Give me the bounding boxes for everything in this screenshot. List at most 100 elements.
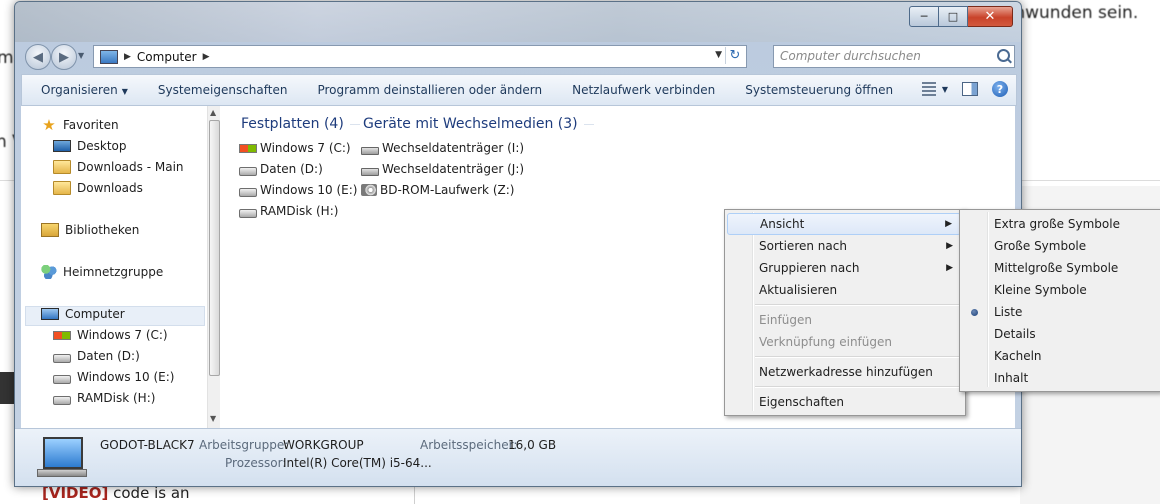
view-extra-large-icons[interactable]: Extra große Symbole xyxy=(962,213,1156,235)
menu-item-view[interactable]: Ansicht ▶ xyxy=(727,213,961,235)
map-network-drive-button[interactable]: Netzlaufwerk verbinden xyxy=(557,83,730,97)
group-header-hard-drives-label: Festplatten (4) xyxy=(241,116,344,132)
submenu-arrow-icon: ▶ xyxy=(946,241,953,251)
arrow-left-icon: ◀ xyxy=(33,49,43,65)
view-medium-icons-label: Mittelgroße Symbole xyxy=(994,261,1119,275)
open-control-panel-button[interactable]: Systemsteuerung öffnen xyxy=(730,83,908,97)
nav-downloads[interactable]: Downloads xyxy=(53,181,143,195)
menu-item-add-network-location-label: Netzwerkadresse hinzufügen xyxy=(759,365,933,379)
help-icon[interactable]: ? xyxy=(992,81,1008,97)
breadcrumb-separator-end[interactable]: ▶ xyxy=(203,52,210,62)
view-small-icons[interactable]: Kleine Symbole xyxy=(962,279,1156,301)
background-text-top-right: chwunden sein. xyxy=(1005,3,1139,23)
menu-item-paste-shortcut[interactable]: Verknüpfung einfügen xyxy=(727,331,961,353)
view-tiles[interactable]: Kacheln xyxy=(962,345,1156,367)
menu-item-refresh[interactable]: Aktualisieren xyxy=(727,279,961,301)
view-details-label: Details xyxy=(994,327,1036,341)
menu-item-properties[interactable]: Eigenschaften xyxy=(727,391,961,413)
computer-name: GODOT-BLACK7 xyxy=(100,438,195,452)
back-button[interactable]: ◀ xyxy=(25,44,51,70)
nav-homegroup[interactable]: Heimnetzgruppe xyxy=(41,265,163,279)
removable-item-j[interactable]: Wechseldatenträger (J:) xyxy=(361,162,524,176)
removable-item-i[interactable]: Wechseldatenträger (I:) xyxy=(361,141,524,155)
recent-pages-dropdown[interactable]: ▼ xyxy=(78,51,84,60)
chevron-down-icon[interactable]: ▼ xyxy=(715,50,722,60)
nav-favorites[interactable]: ★ Favoriten xyxy=(41,118,118,133)
nav-desktop[interactable]: Desktop xyxy=(53,139,127,153)
drive-item-d-label: Daten (D:) xyxy=(260,162,323,176)
close-button[interactable]: ✕ xyxy=(968,6,1013,27)
address-bar[interactable]: ▶ Computer ▶ ▼ ↻ xyxy=(93,45,747,68)
organize-button[interactable]: Organisieren ▼ xyxy=(22,83,143,97)
minimize-button[interactable]: ─ xyxy=(909,6,939,27)
menu-item-add-network-location[interactable]: Netzwerkadresse hinzufügen xyxy=(727,361,961,383)
nav-homegroup-label: Heimnetzgruppe xyxy=(63,265,164,279)
drive-item-c[interactable]: Windows 7 (C:) xyxy=(239,141,351,155)
nav-libraries-label: Bibliotheken xyxy=(65,223,140,237)
removable-item-z[interactable]: BD-ROM-Laufwerk (Z:) xyxy=(361,183,514,197)
drive-item-e[interactable]: Windows 10 (E:) xyxy=(239,183,357,197)
uninstall-program-button[interactable]: Programm deinstallieren oder ändern xyxy=(302,83,557,97)
nav-computer[interactable]: Computer xyxy=(41,307,125,321)
hard-drive-icon xyxy=(239,208,257,218)
context-menu: Ansicht ▶ Sortieren nach ▶ Gruppieren na… xyxy=(724,209,966,416)
view-large-icons[interactable]: Große Symbole xyxy=(962,235,1156,257)
group-header-hard-drives[interactable]: Festplatten (4) xyxy=(241,116,360,132)
view-small-icons-label: Kleine Symbole xyxy=(994,283,1087,297)
drive-item-d[interactable]: Daten (D:) xyxy=(239,162,323,176)
preview-pane-icon[interactable] xyxy=(962,82,978,96)
system-properties-button[interactable]: Systemeigenschaften xyxy=(143,83,303,97)
removable-item-j-label: Wechseldatenträger (J:) xyxy=(382,162,525,176)
menu-item-group-by[interactable]: Gruppieren nach ▶ xyxy=(727,257,961,279)
view-extra-large-icons-label: Extra große Symbole xyxy=(994,217,1120,231)
nav-drive-d[interactable]: Daten (D:) xyxy=(53,349,140,363)
view-list[interactable]: Liste xyxy=(962,301,1156,323)
nav-drive-h[interactable]: RAMDisk (H:) xyxy=(53,391,155,405)
nav-downloads-main[interactable]: Downloads - Main xyxy=(53,160,184,174)
view-medium-icons[interactable]: Mittelgroße Symbole xyxy=(962,257,1156,279)
memory-label: Arbeitsspeicher: xyxy=(420,438,518,452)
change-view-icon[interactable] xyxy=(921,82,936,96)
forward-button[interactable]: ▶ xyxy=(51,44,77,70)
arrow-right-icon: ▶ xyxy=(59,49,69,65)
scroll-up-icon[interactable]: ▲ xyxy=(210,108,216,117)
workgroup-label: Arbeitsgruppe: xyxy=(199,438,289,452)
refresh-icon[interactable]: ↻ xyxy=(725,47,744,64)
view-content[interactable]: Inhalt xyxy=(962,367,1156,389)
hard-drive-icon xyxy=(53,353,71,363)
memory-value: 16,0 GB xyxy=(508,438,557,452)
menu-item-sort-by[interactable]: Sortieren nach ▶ xyxy=(727,235,961,257)
computer-icon xyxy=(100,49,118,64)
submenu-arrow-icon: ▶ xyxy=(946,263,953,273)
maximize-button[interactable]: □ xyxy=(939,6,968,27)
view-details[interactable]: Details xyxy=(962,323,1156,345)
nav-drive-h-label: RAMDisk (H:) xyxy=(77,391,156,405)
bd-rom-icon xyxy=(361,184,377,196)
group-header-removable[interactable]: Geräte mit Wechselmedien (3) xyxy=(363,116,594,132)
breadcrumb-separator[interactable]: ▶ xyxy=(124,52,131,62)
menu-item-view-label: Ansicht xyxy=(760,217,805,231)
scrollbar-thumb[interactable] xyxy=(209,120,220,376)
search-icon[interactable] xyxy=(997,49,1010,62)
hard-drive-icon xyxy=(53,374,71,384)
view-options-caret-icon[interactable]: ▼ xyxy=(942,85,948,94)
windows-drive-icon xyxy=(239,143,257,153)
processor-label: Prozessor: xyxy=(225,456,287,470)
drive-item-h[interactable]: RAMDisk (H:) xyxy=(239,204,338,218)
breadcrumb-computer[interactable]: Computer xyxy=(137,50,197,64)
search-placeholder: Computer durchsuchen xyxy=(780,49,921,63)
nav-drive-e[interactable]: Windows 10 (E:) xyxy=(53,370,174,384)
folder-icon xyxy=(53,181,71,195)
menu-item-paste[interactable]: Einfügen xyxy=(727,309,961,331)
hard-drive-icon xyxy=(239,166,257,176)
menu-separator xyxy=(755,386,961,388)
nav-drive-c[interactable]: Windows 7 (C:) xyxy=(53,328,168,342)
search-input[interactable]: Computer durchsuchen xyxy=(773,45,1015,68)
nav-pane-scrollbar[interactable]: ▲ ▼ xyxy=(207,106,220,428)
drive-item-h-label: RAMDisk (H:) xyxy=(260,204,339,218)
title-bar[interactable] xyxy=(15,2,1021,42)
scroll-down-icon[interactable]: ▼ xyxy=(210,414,216,423)
nav-downloads-main-label: Downloads - Main xyxy=(77,160,184,174)
nav-drive-d-label: Daten (D:) xyxy=(77,349,140,363)
nav-libraries[interactable]: Bibliotheken xyxy=(41,223,139,237)
